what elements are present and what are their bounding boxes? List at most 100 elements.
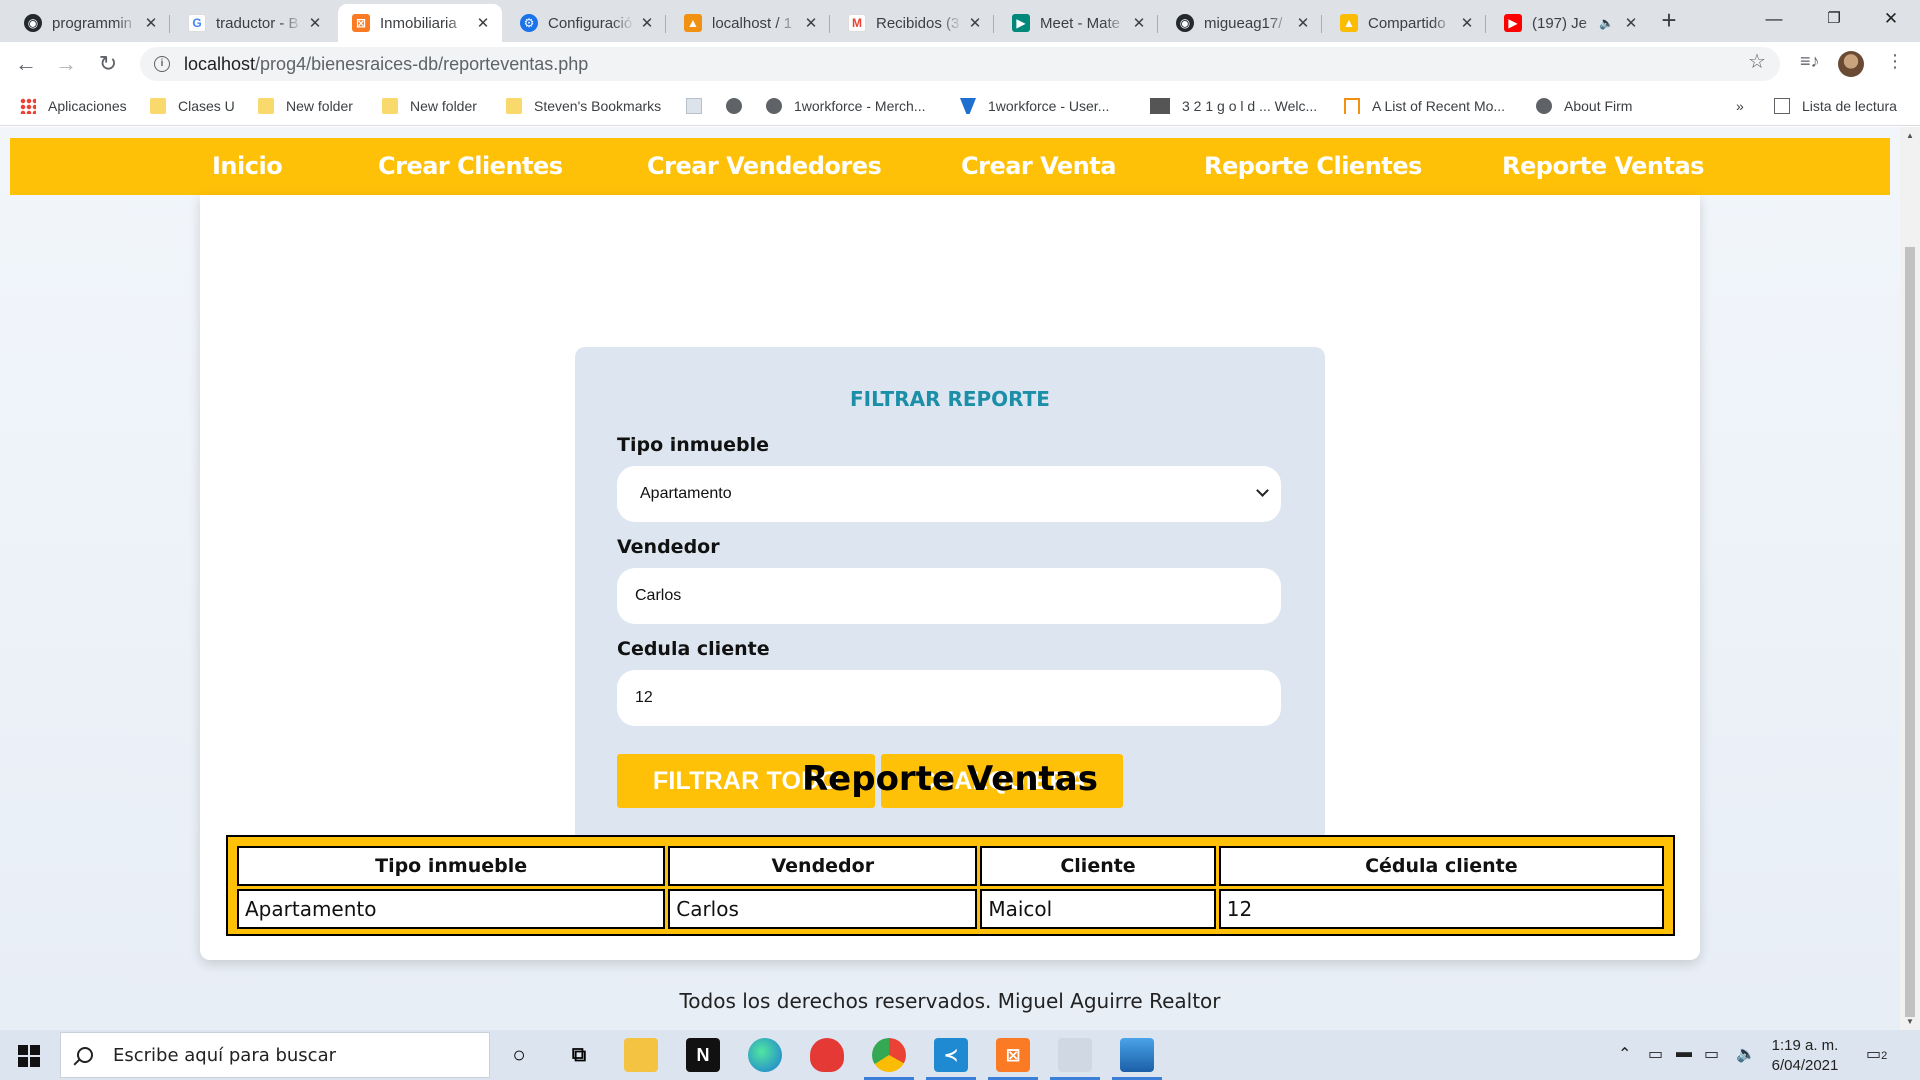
bookmark-folder[interactable]: New folder — [382, 96, 477, 116]
close-tab-icon[interactable]: ✕ — [638, 14, 656, 32]
browser-tab[interactable]: G traductor - B ✕ — [174, 6, 334, 40]
close-tab-icon[interactable]: ✕ — [1458, 14, 1476, 32]
globe-icon — [766, 98, 782, 114]
close-tab-icon[interactable]: ✕ — [474, 14, 492, 32]
scroll-down-icon[interactable]: ▼ — [1905, 1017, 1915, 1026]
task-view-icon[interactable]: ⧉ — [562, 1038, 596, 1072]
cortana-icon[interactable]: ○ — [502, 1038, 536, 1072]
app-red-icon[interactable] — [810, 1038, 844, 1072]
browser-tab[interactable]: ▲ Compartido ✕ — [1326, 6, 1486, 40]
nav-crear-venta[interactable]: Crear Venta — [961, 138, 1116, 195]
close-tab-icon[interactable]: ✕ — [802, 14, 820, 32]
close-window-icon[interactable]: ✕ — [1862, 0, 1920, 40]
browser-tab[interactable]: M Recibidos (3 ✕ — [834, 6, 994, 40]
network-icon[interactable]: ▭ — [1704, 1044, 1719, 1064]
google-icon: G — [188, 14, 206, 32]
close-tab-icon[interactable]: ✕ — [966, 14, 984, 32]
nav-reporte-clientes[interactable]: Reporte Clientes — [1204, 138, 1422, 195]
close-tab-icon[interactable]: ✕ — [142, 14, 160, 32]
meet-tray-icon[interactable]: ▭ — [1648, 1044, 1663, 1064]
phpmyadmin-icon: ▲ — [684, 14, 702, 32]
bookmark-folder[interactable]: Clases U — [150, 96, 235, 116]
chrome-icon[interactable] — [864, 1038, 914, 1080]
bookmark-link[interactable]: 3 2 1 g o l d ... Welc... — [1150, 96, 1317, 116]
browser-tab[interactable]: ▶ Meet - Mate ✕ — [998, 6, 1158, 40]
house-icon — [1344, 98, 1360, 114]
meet-icon: ▶ — [1012, 14, 1030, 32]
battery-icon[interactable]: ▬ — [1676, 1044, 1692, 1062]
vendedor-input[interactable]: Carlos — [617, 568, 1281, 624]
restore-icon[interactable]: ❐ — [1805, 0, 1863, 40]
column-header: Vendedor — [668, 846, 978, 886]
321-icon — [1150, 98, 1170, 114]
new-tab-button[interactable]: + — [1654, 6, 1684, 36]
table-row: Apartamento Carlos Maicol 12 — [237, 889, 1664, 929]
bookmarks-overflow-button[interactable]: » — [1736, 96, 1744, 116]
close-tab-icon[interactable]: ✕ — [306, 14, 324, 32]
close-tab-icon[interactable]: ✕ — [1130, 14, 1148, 32]
notifications-icon[interactable]: ▭2 — [1866, 1044, 1887, 1064]
browser-tab[interactable]: ◉ migueag17/ ✕ — [1162, 6, 1322, 40]
tipo-inmueble-select[interactable]: Apartamento — [617, 466, 1281, 522]
bookmark-link[interactable]: 1workforce - Merch... — [766, 96, 925, 116]
taskbar-clock[interactable]: 1:19 a. m. 6/04/2021 — [1760, 1036, 1850, 1076]
profile-avatar[interactable] — [1838, 51, 1864, 77]
minimize-icon[interactable]: — — [1745, 0, 1803, 40]
cedula-cliente-input[interactable]: 12 — [617, 670, 1281, 726]
scroll-up-icon[interactable]: ▲ — [1905, 131, 1915, 140]
browser-tab-active[interactable]: ⊠ Inmobiliaria ✕ — [338, 4, 502, 42]
xampp-icon: ⊠ — [352, 14, 370, 32]
volume-icon[interactable]: 🔈 — [1736, 1044, 1756, 1064]
scrollbar-thumb[interactable] — [1905, 247, 1915, 1017]
menu-icon[interactable]: ⋮ — [1886, 51, 1904, 72]
tray-chevron-icon[interactable]: ⌃ — [1618, 1044, 1631, 1064]
github-icon: ◉ — [24, 14, 42, 32]
notion-icon[interactable]: N — [686, 1038, 720, 1072]
close-tab-icon[interactable]: ✕ — [1294, 14, 1312, 32]
cedula-cliente-label: Cedula cliente — [617, 638, 770, 660]
edge-icon[interactable] — [748, 1038, 782, 1072]
bookmark-link[interactable]: 1workforce - User... — [960, 96, 1109, 116]
bookmark-folder[interactable]: New folder — [258, 96, 353, 116]
filter-title: FILTRAR REPORTE — [850, 387, 1050, 411]
nav-crear-clientes[interactable]: Crear Clientes — [378, 138, 563, 195]
close-tab-icon[interactable]: ✕ — [1622, 14, 1640, 32]
bookmark-folder[interactable]: Steven's Bookmarks — [506, 96, 661, 116]
search-icon — [77, 1047, 93, 1063]
taskbar-search[interactable]: Escribe aquí para buscar — [60, 1032, 490, 1078]
report-title: Reporte Ventas — [801, 759, 1098, 799]
browser-tab[interactable]: ▲ localhost / 1 ✕ — [670, 6, 830, 40]
taskbar: Escribe aquí para buscar ○ ⧉ N ≺ ⊠ ⌃ ▭ ▬… — [0, 1030, 1920, 1080]
page-scrollbar[interactable]: ▲ ▼ — [1900, 127, 1920, 1030]
cell-tipo-inmueble: Apartamento — [237, 889, 666, 929]
bookmark-apps[interactable]: Aplicaciones — [20, 96, 127, 116]
bookmark-link[interactable]: About Firm — [1536, 96, 1632, 116]
forward-icon[interactable]: → — [52, 50, 80, 78]
nav-inicio[interactable]: Inicio — [212, 138, 283, 195]
browser-tab[interactable]: ◉ programmin ✕ — [10, 6, 170, 40]
speaker-icon[interactable]: 🔈 — [1599, 16, 1614, 30]
bookmark-link[interactable]: A List of Recent Mo... — [1344, 96, 1505, 116]
browser-tab[interactable]: ▶ (197) Je 🔈 ✕ — [1490, 6, 1650, 40]
address-bar[interactable]: i localhost/prog4/bienesraices-db/report… — [140, 47, 1780, 81]
info-icon[interactable]: i — [154, 56, 170, 72]
back-icon[interactable]: ← — [12, 50, 40, 78]
photos-icon[interactable] — [1112, 1038, 1162, 1080]
bookmark-star-icon[interactable]: ☆ — [1748, 49, 1766, 74]
paint-icon[interactable] — [1050, 1038, 1100, 1080]
xampp-icon[interactable]: ⊠ — [988, 1038, 1038, 1080]
bookmark-doc[interactable] — [686, 96, 714, 116]
browser-tab[interactable]: ⚙ Configuració ✕ — [506, 6, 666, 40]
url-host: localhost — [184, 53, 256, 74]
file-explorer-icon[interactable] — [624, 1038, 658, 1072]
bookmark-globe[interactable] — [726, 96, 754, 116]
reading-list-button[interactable]: Lista de lectura — [1774, 96, 1897, 116]
url-path: /prog4/bienesraices-db/reporteventas.php — [255, 53, 589, 74]
vscode-icon[interactable]: ≺ — [926, 1038, 976, 1080]
windows-start-icon[interactable] — [18, 1045, 40, 1067]
nav-crear-vendedores[interactable]: Crear Vendedores — [647, 138, 882, 195]
media-control-icon[interactable]: ≡♪ — [1800, 51, 1820, 72]
reload-icon[interactable]: ↻ — [94, 50, 122, 78]
nav-reporte-ventas[interactable]: Reporte Ventas — [1502, 138, 1704, 195]
folder-icon — [150, 98, 166, 114]
